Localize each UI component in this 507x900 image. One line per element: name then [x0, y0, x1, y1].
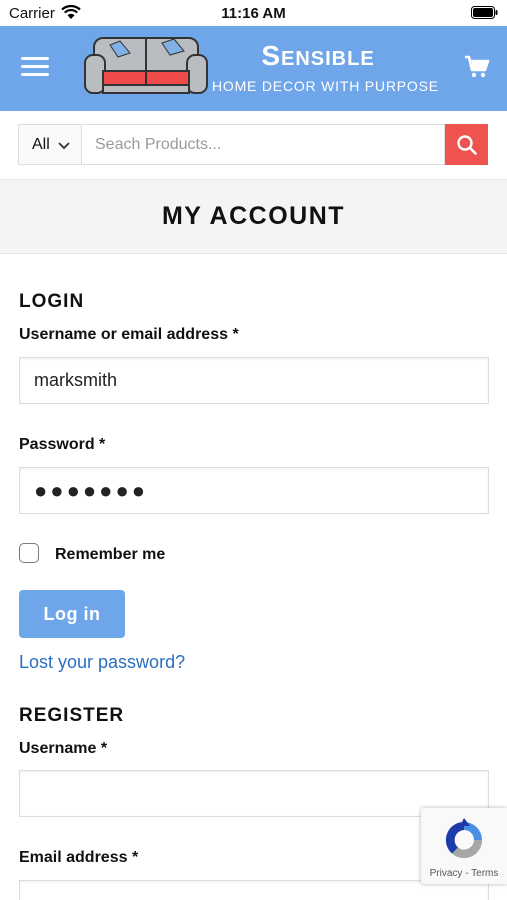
username-label: Username or email address * [19, 326, 239, 343]
register-username-field[interactable] [19, 770, 489, 817]
page-title-band: MY ACCOUNT [0, 179, 507, 254]
battery-icon [471, 6, 498, 19]
login-button[interactable]: Log in [19, 590, 125, 638]
recaptcha-links[interactable]: Privacy - Terms [421, 868, 507, 879]
clock: 11:16 AM [221, 5, 286, 22]
username-field[interactable] [19, 357, 489, 404]
page-title: MY ACCOUNT [161, 202, 346, 230]
search-icon [457, 135, 477, 155]
password-label: Password * [19, 436, 106, 453]
recaptcha-badge[interactable]: Privacy - Terms [421, 808, 507, 884]
register-email-field[interactable] [19, 880, 489, 900]
login-heading: LOGIN [19, 291, 85, 312]
password-field[interactable] [19, 467, 489, 514]
chevron-down-icon [58, 138, 70, 156]
sofa-logo[interactable] [82, 35, 210, 106]
category-select-value: All [32, 136, 50, 153]
register-heading: REGISTER [19, 705, 125, 726]
remember-me-label[interactable]: Remember me [55, 546, 165, 564]
register-email-label: Email address * [19, 849, 139, 866]
search-bar: All [18, 124, 488, 165]
register-username-label: Username * [19, 740, 108, 757]
lost-password-link[interactable]: Lost your password? [19, 652, 185, 673]
remember-me-checkbox[interactable] [19, 543, 39, 563]
search-input[interactable] [83, 124, 445, 165]
brand-tagline: HOME DECOR WITH PURPOSE [212, 78, 439, 94]
search-button[interactable] [445, 124, 488, 165]
hamburger-menu-icon[interactable] [21, 57, 49, 79]
recaptcha-icon [445, 818, 483, 859]
category-select[interactable]: All [18, 124, 82, 165]
site-header: Sensible HOME DECOR WITH PURPOSE [0, 26, 507, 111]
cart-icon[interactable] [464, 55, 490, 84]
brand-name: Sensible [261, 40, 375, 71]
status-bar: Carrier 11:16 AM [0, 0, 507, 26]
